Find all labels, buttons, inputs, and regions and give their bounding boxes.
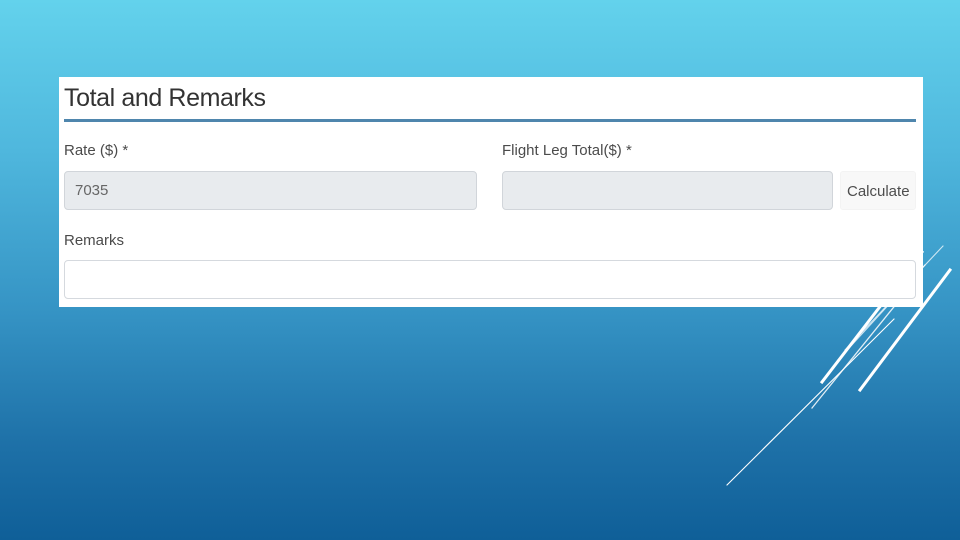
remarks-input[interactable] bbox=[64, 260, 916, 299]
total-and-remarks-panel: Total and Remarks Rate ($) * 7035 Flight… bbox=[59, 77, 923, 307]
calculate-button[interactable]: Calculate bbox=[840, 171, 916, 210]
rate-label: Rate ($) * bbox=[64, 142, 129, 159]
flight-leg-total-input[interactable] bbox=[502, 171, 833, 210]
rate-input[interactable]: 7035 bbox=[64, 171, 477, 210]
remarks-label: Remarks bbox=[64, 232, 125, 249]
title-divider bbox=[64, 119, 916, 122]
decorative-line bbox=[726, 318, 895, 486]
panel-title: Total and Remarks bbox=[64, 84, 266, 112]
flight-leg-total-label: Flight Leg Total($) * bbox=[502, 142, 632, 159]
